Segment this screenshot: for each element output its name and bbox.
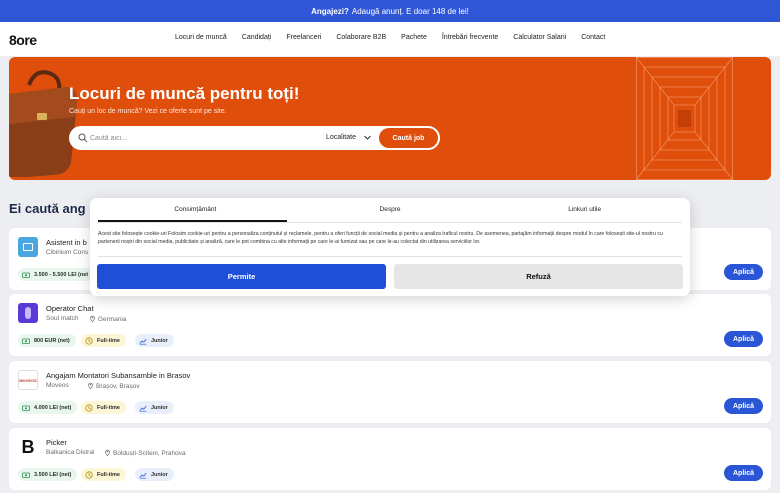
site-logo[interactable]: 8ore [9, 29, 37, 51]
level-badge: Junior [135, 334, 174, 347]
job-location: Germania [89, 315, 127, 323]
company-name: Cibinium Cons [46, 249, 89, 256]
location-text: Brașov, Brașov [96, 383, 140, 390]
chart-icon [139, 338, 147, 344]
cookie-consent-dialog: Consimțământ Despre Linkuri utile Acest … [90, 198, 690, 296]
apply-button[interactable]: Aplică [724, 465, 763, 481]
level-badge: Junior [135, 401, 174, 414]
map-pin-icon [104, 449, 111, 456]
salary-text: 3.500 LEI (net) [34, 471, 72, 478]
menu-item-salary-calculator[interactable]: Calculator Salarii [513, 34, 566, 41]
job-title[interactable]: Picker [46, 438, 67, 447]
job-card[interactable]: MOVEOS Angajam Montatori Subansamble in … [9, 361, 771, 423]
company-logo: B [18, 437, 38, 457]
company-name: Moveos [46, 382, 69, 389]
logo-text: ore [16, 32, 37, 48]
apply-button[interactable]: Aplică [724, 331, 763, 347]
menu-item-contact[interactable]: Contact [581, 34, 605, 41]
location-text: Bolduști-Sciteni, Prahova [113, 450, 186, 457]
money-icon [22, 472, 30, 478]
search-job-button[interactable]: Caută job [379, 128, 438, 148]
job-type-text: Full-time [97, 404, 120, 411]
search-icon [78, 133, 88, 143]
menu-item-freelancers[interactable]: Freelanceri [286, 34, 321, 41]
company-logo [18, 237, 38, 257]
location-select[interactable]: Localitate [326, 134, 356, 141]
map-pin-icon [89, 315, 96, 322]
job-search-bar: Localitate Caută job [69, 126, 440, 150]
apply-button[interactable]: Aplică [724, 398, 763, 414]
job-location: Bolduști-Sciteni, Prahova [104, 449, 186, 457]
salary-badge: 4.000 LEI (net) [18, 401, 78, 414]
promo-bold: Angajezi? [311, 6, 349, 16]
menu-item-candidates[interactable]: Candidați [242, 34, 272, 41]
cookie-description: Acest site folosește cookie-uri Folosim … [98, 231, 663, 245]
job-title[interactable]: Operator Chat [46, 304, 94, 313]
menu-item-packages[interactable]: Pachete [401, 34, 427, 41]
job-location: Brașov, Brașov [87, 382, 140, 390]
chart-icon [139, 405, 147, 411]
job-card[interactable]: B Picker Balkanica Distral Bolduști-Scit… [9, 428, 771, 490]
menu-item-faq[interactable]: Întrebări frecvente [442, 34, 498, 41]
company-logo: MOVEOS [18, 370, 38, 390]
level-text: Junior [151, 471, 168, 478]
job-type-badge: Full-time [81, 468, 126, 481]
refuse-cookies-button[interactable]: Refuză [394, 264, 683, 289]
search-input[interactable] [90, 132, 310, 144]
job-type-text: Full-time [97, 337, 120, 344]
salary-badge: 3.500 LEI (net) [18, 468, 78, 481]
money-icon [22, 338, 30, 344]
hero-banner: Locuri de muncă pentru toți! Cauți un lo… [9, 57, 771, 180]
hero-subtitle: Cauți un loc de muncă? Vezi ce oferte su… [69, 108, 227, 115]
salary-badge: 800 EUR (net) [18, 334, 76, 347]
top-nav: 8ore Locuri de muncă Candidați Freelance… [0, 22, 780, 56]
job-type-badge: Full-time [81, 334, 126, 347]
main-menu: Locuri de muncă Candidați Freelanceri Co… [175, 34, 605, 41]
clock-icon [85, 336, 93, 345]
chevron-down-icon[interactable] [363, 133, 372, 142]
location-text: Germania [98, 316, 127, 323]
job-type-badge: Full-time [81, 401, 126, 414]
section-title: Ei caută ang [9, 201, 86, 216]
tab-about[interactable]: Despre [293, 205, 488, 223]
menu-item-jobs[interactable]: Locuri de muncă [175, 34, 227, 41]
divider [98, 222, 682, 223]
clock-icon [85, 403, 93, 412]
menu-item-b2b[interactable]: Colaborare B2B [336, 34, 386, 41]
promo-banner[interactable]: Angajezi? Adaugă anunț. E doar 148 de le… [0, 0, 780, 22]
company-name: Balkanica Distral [46, 449, 95, 456]
money-icon [22, 272, 30, 278]
salary-text: 3.500 - 5.500 LEI (net [34, 271, 89, 278]
level-text: Junior [151, 337, 168, 344]
salary-badge: 3.500 - 5.500 LEI (net [18, 268, 95, 281]
company-logo [18, 303, 38, 323]
clock-icon [85, 470, 93, 479]
map-pin-icon [87, 382, 94, 389]
money-icon [22, 405, 30, 411]
job-type-text: Full-time [97, 471, 120, 478]
salary-text: 4.000 LEI (net) [34, 404, 72, 411]
apply-button[interactable]: Aplică [724, 264, 763, 280]
tunnel-pattern-graphic [636, 57, 733, 180]
hero-title: Locuri de muncă pentru toți! [69, 84, 300, 103]
tab-useful-links[interactable]: Linkuri utile [487, 205, 682, 223]
allow-cookies-button[interactable]: Permite [97, 264, 386, 289]
job-title[interactable]: Angajam Montatori Subansamble in Brasov [46, 371, 190, 380]
company-name: Soul match [46, 315, 79, 322]
divider [98, 256, 682, 257]
promo-text: Adaugă anunț. E doar 148 de lei! [351, 6, 469, 16]
level-text: Junior [151, 404, 168, 411]
chart-icon [139, 472, 147, 478]
job-title[interactable]: Asistent in b [46, 238, 87, 247]
salary-text: 800 EUR (net) [34, 337, 70, 344]
level-badge: Junior [135, 468, 174, 481]
job-card[interactable]: Operator Chat Soul match Germania 800 EU… [9, 294, 771, 356]
